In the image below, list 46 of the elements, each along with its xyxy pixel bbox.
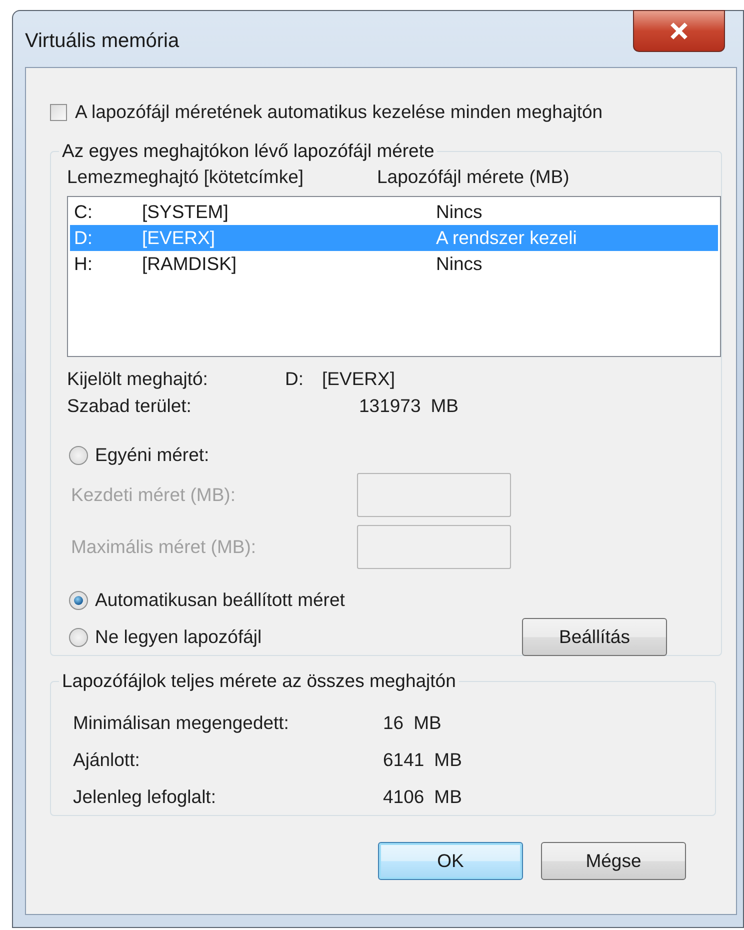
close-button[interactable] <box>633 10 725 52</box>
info-value: 4106 <box>383 786 424 808</box>
drive-letter: H: <box>73 253 94 275</box>
close-icon <box>668 22 690 40</box>
info-label: Jelenleg lefoglalt: <box>73 786 217 808</box>
info-value: 6141 <box>383 748 424 770</box>
radio-button[interactable] <box>69 446 88 464</box>
unit-label: MB <box>434 786 462 808</box>
unit-label: MB <box>414 712 442 734</box>
info-label: Ajánlott: <box>73 748 141 770</box>
radio-label: Automatikusan beállított méret <box>95 589 345 611</box>
paging-size: A rendszer kezeli <box>436 227 577 249</box>
radio-label: Egyéni méret: <box>95 444 210 466</box>
drive-row[interactable]: C: [SYSTEM] Nincs <box>70 199 718 225</box>
info-label: Minimálisan megengedett: <box>73 712 290 734</box>
info-value: 16 <box>383 712 404 734</box>
field-label: Kezdeti méret (MB): <box>71 484 236 506</box>
drive-letter: C: <box>73 201 94 223</box>
cancel-button[interactable]: Mégse <box>541 842 686 880</box>
volume-label: [SYSTEM] <box>142 201 230 223</box>
unit-label: MB <box>434 748 462 770</box>
checkbox[interactable] <box>50 104 67 120</box>
group-title: Az egyes meghajtókon lévő lapozófájl mérete <box>61 140 436 162</box>
info-label: Szabad terület: <box>67 394 192 416</box>
paging-size: Nincs <box>436 201 482 223</box>
unit-label: MB <box>430 394 458 416</box>
ok-button[interactable]: OK <box>378 842 523 880</box>
drive-row[interactable]: H: [RAMDISK] Nincs <box>70 251 718 277</box>
volume-label: [EVERX] <box>142 227 216 249</box>
volume-label: [EVERX] <box>322 368 395 390</box>
window-title: Virtuális memória <box>25 28 180 52</box>
field-label: Maximális méret (MB): <box>71 536 258 558</box>
drive-letter: D: <box>285 368 304 390</box>
radio-label: Ne legyen lapozófájl <box>95 626 262 648</box>
volume-label: [RAMDISK] <box>142 253 238 275</box>
drive-letter: D: <box>73 227 94 249</box>
set-button[interactable]: Beállítás <box>522 618 667 656</box>
info-value: 131973 <box>359 394 421 416</box>
checkbox-label: A lapozófájl méretének automatikus kezelése minden meghajtón <box>75 101 603 123</box>
radio-button[interactable] <box>69 628 88 646</box>
radio-button[interactable] <box>69 590 88 610</box>
column-header: Lapozófájl mérete (MB) <box>377 166 570 188</box>
info-label: Kijelölt meghajtó: <box>67 368 209 390</box>
paging-size: Nincs <box>436 253 482 275</box>
group-title: Lapozófájlok teljes mérete az összes meghajtón <box>61 670 457 692</box>
column-header: Lemezmeghajtó [kötetcímke] <box>67 166 304 188</box>
